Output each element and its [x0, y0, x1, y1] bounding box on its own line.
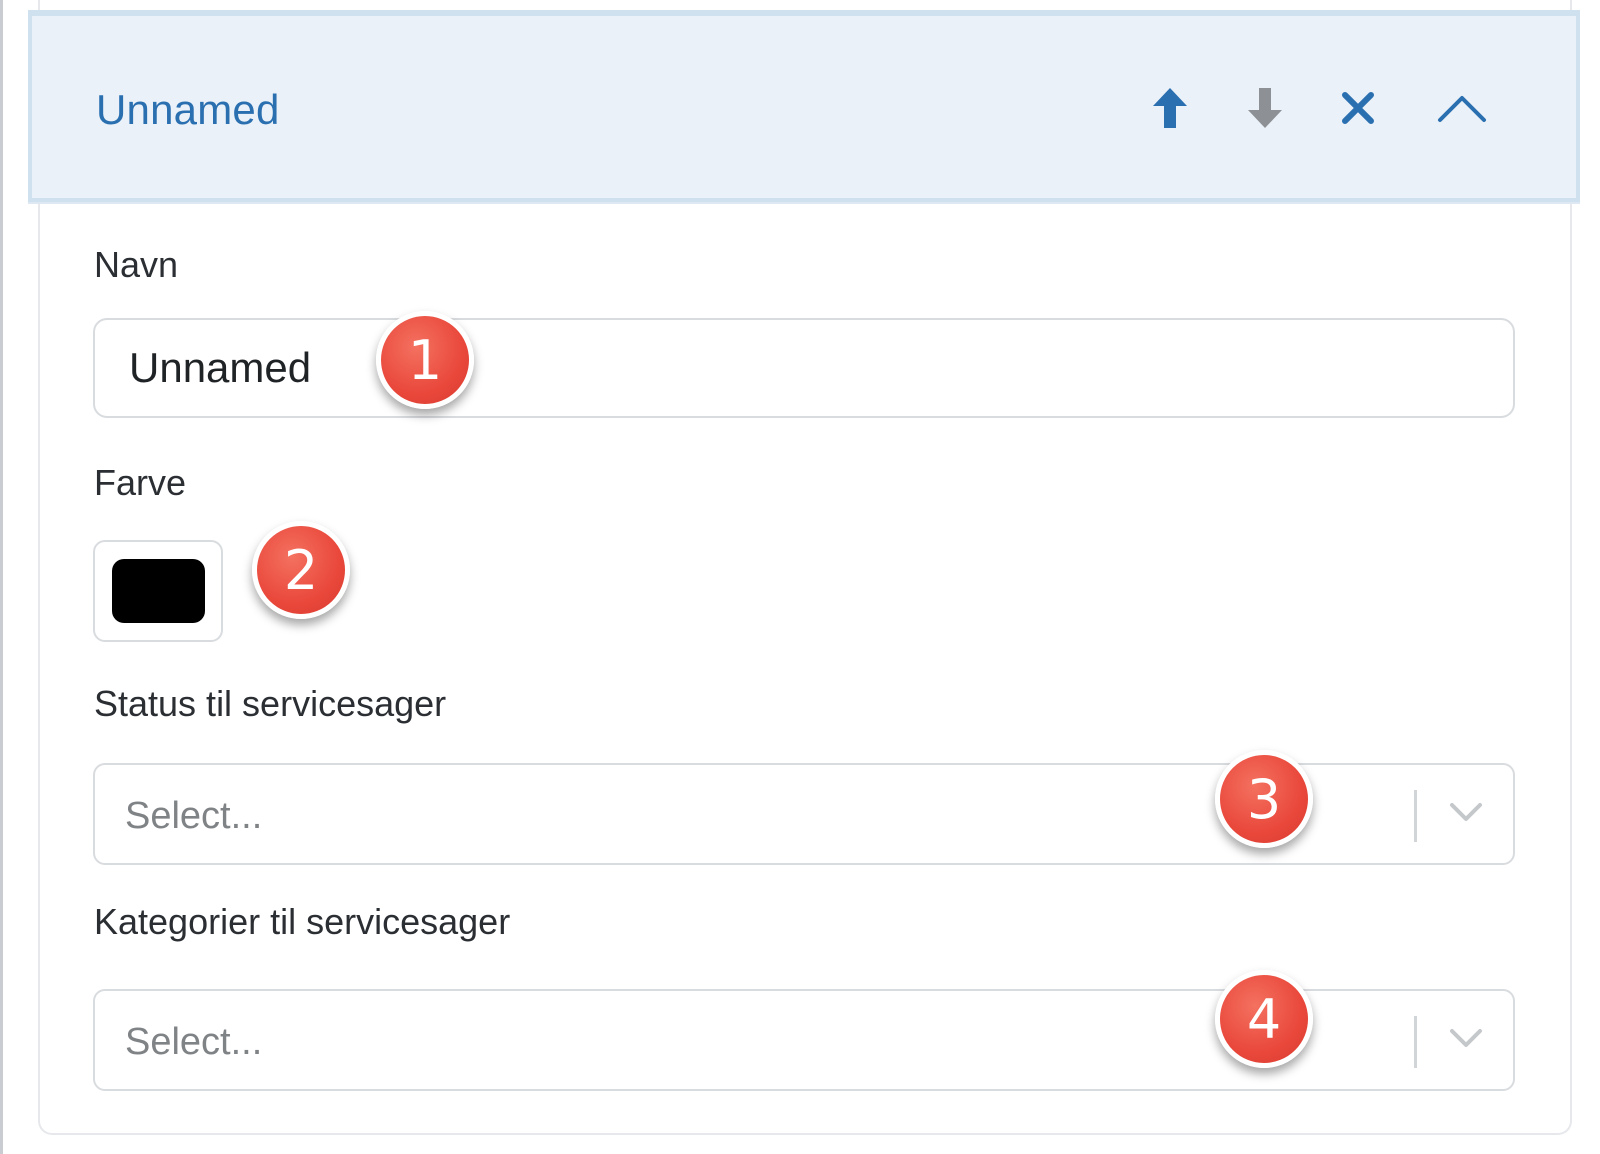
move-down-button[interactable]: [1237, 80, 1293, 136]
categories-select-placeholder: Select...: [125, 1021, 263, 1063]
name-label: Navn: [94, 244, 179, 285]
annotation-badge-1: 1: [376, 311, 474, 409]
annotation-badge-3: 3: [1215, 750, 1313, 848]
chevron-up-icon: [1438, 96, 1486, 122]
select-separator: [1414, 1016, 1417, 1068]
move-up-button[interactable]: [1142, 80, 1198, 136]
color-picker[interactable]: [93, 540, 223, 642]
annotation-badge-4: 4: [1215, 970, 1313, 1068]
chevron-down-icon[interactable]: [1449, 801, 1483, 823]
remove-button[interactable]: [1330, 80, 1386, 136]
name-input[interactable]: [93, 318, 1515, 418]
panel-title: Unnamed: [96, 86, 280, 133]
panel-header[interactable]: Unnamed: [28, 10, 1580, 202]
select-separator: [1414, 790, 1417, 842]
arrow-up-icon: [1153, 88, 1187, 128]
categories-label: Kategorier til servicesager: [94, 901, 511, 942]
collapse-button[interactable]: [1434, 80, 1490, 136]
arrow-down-icon: [1248, 88, 1282, 128]
close-icon: [1342, 92, 1374, 124]
color-swatch: [112, 559, 205, 623]
status-select-placeholder: Select...: [125, 795, 263, 837]
status-label: Status til servicesager: [94, 683, 447, 724]
color-label: Farve: [94, 462, 187, 503]
chevron-down-icon[interactable]: [1449, 1027, 1483, 1049]
annotation-badge-2: 2: [252, 521, 350, 619]
